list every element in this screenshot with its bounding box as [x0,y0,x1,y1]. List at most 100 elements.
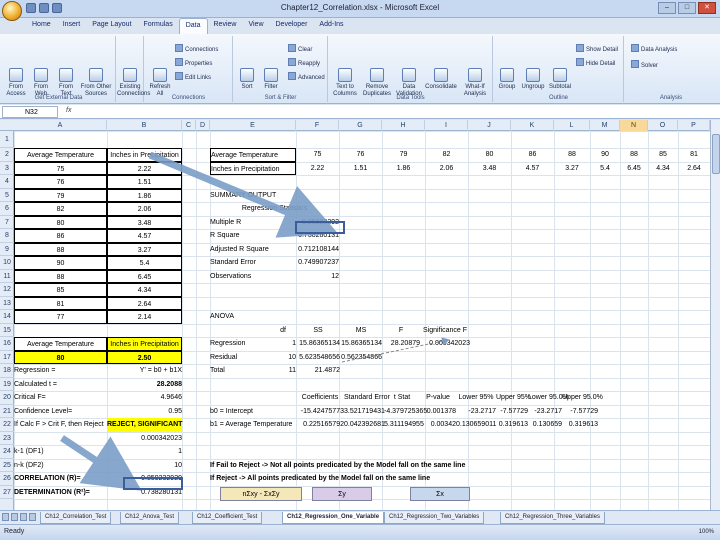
calc-value[interactable]: REJECT, SIGNIFICANT [107,418,182,432]
anova-cell[interactable]: 10 [270,351,296,365]
row-header-14[interactable]: 14 [0,310,14,324]
subtotal-button[interactable]: Subtotal [548,68,572,91]
row-header-26[interactable]: 26 [0,472,14,486]
calc-value[interactable]: Y' = b0 + b1X [107,364,182,378]
column-header-e[interactable]: E [210,120,296,131]
column-header-g[interactable]: G [339,120,382,131]
close-button[interactable]: ✕ [698,2,716,14]
office-button[interactable] [2,1,22,21]
calc-label[interactable]: Critical F= [14,391,107,405]
next-sheet-button[interactable] [20,513,27,521]
row-header-1[interactable]: 1 [0,131,14,148]
coef-cell[interactable]: b0 = Intercept [210,405,296,419]
transposed-label-precip[interactable]: Inches in Precipitation [210,161,296,175]
reg-stat-value[interactable]: 0.712108144 [296,243,339,257]
scroll-thumb[interactable] [712,134,720,174]
hide-detail-item[interactable]: Hide Detail [576,58,615,67]
anova-cell[interactable]: 15.86365134 [296,337,340,351]
coef-cell[interactable]: -7.57729 [496,405,528,419]
row-header-12[interactable]: 12 [0,283,14,297]
transposed-temp[interactable]: 82 [425,148,468,162]
sheet-tab-correlation-test[interactable]: Ch12_Correlation_Test [40,512,112,524]
column-header-n[interactable]: N [620,120,648,131]
calc-label[interactable]: If Calc F > Crit F, then Reject [14,418,107,432]
row-header-17[interactable]: 17 [0,351,14,364]
anova-cell[interactable]: 0.000342023 [420,337,470,351]
transposed-precip[interactable]: 3.27 [554,162,590,176]
summary-title[interactable]: SUMMARY OUTPUT [210,189,300,203]
row-header-18[interactable]: 18 [0,364,14,378]
tab-formulas[interactable]: Formulas [138,18,179,34]
text-to-columns-button[interactable]: Text to Columns [331,68,359,98]
reg-stat-label[interactable]: Observations [210,270,296,284]
left-table-precip[interactable]: 2.14 [107,310,182,324]
calc-value[interactable]: 0.95 [107,405,182,419]
coef-cell[interactable]: 0.319613 [496,418,528,432]
last-sheet-button[interactable] [29,513,36,521]
row-header-23[interactable]: 23 [0,432,14,445]
row-header-24[interactable]: 24 [0,445,14,459]
row-header-16[interactable]: 16 [0,337,14,351]
reg-stat-label[interactable]: R Square [210,229,296,243]
coef-header[interactable]: P-value [420,391,456,405]
row-header-13[interactable]: 13 [0,297,14,310]
row-header-19[interactable]: 19 [0,378,14,391]
fx-icon[interactable]: fx [66,107,71,114]
column-header-o[interactable]: O [648,120,678,131]
anova-header[interactable]: MS [340,324,382,338]
coef-cell[interactable]: 0.001378 [420,405,456,419]
transposed-temp[interactable]: 81 [678,148,710,162]
column-header-p[interactable]: P [678,120,710,131]
transposed-temp[interactable]: 76 [339,148,382,162]
sheet-tab-regression-two[interactable]: Ch12_Regression_Two_Variables [384,512,485,524]
minimize-button[interactable]: – [658,2,676,14]
left-table-precip[interactable]: 6.45 [107,269,182,283]
transposed-temp[interactable]: 85 [648,148,678,162]
coef-header[interactable]: Lower 95% [456,391,496,405]
calc-label[interactable]: Calculated t = [14,378,107,392]
left-table-precip[interactable]: 3.48 [107,215,182,229]
data-validation-button[interactable]: Data Validation [395,68,423,98]
reg-stat-value[interactable]: 0.749907237 [296,256,339,270]
calc-label[interactable]: Regression = [14,364,107,378]
left-table-temp[interactable]: 76 [14,175,107,189]
filter-button[interactable]: Filter [260,68,282,91]
row-header-22[interactable]: 22 [0,418,14,432]
zoom-level[interactable]: 100% [699,529,714,535]
transposed-temp[interactable]: 75 [296,148,339,162]
transposed-precip[interactable]: 1.86 [382,162,425,176]
row-header-2[interactable]: 2 [0,148,14,162]
row-header-27[interactable]: 27 [0,486,14,499]
column-header-l[interactable]: L [554,120,590,131]
reg-stat-label[interactable]: Standard Error [210,256,296,270]
from-other-sources-button[interactable]: From Other Sources [79,68,113,98]
reg-stat-value[interactable]: 0.738280131 [296,229,339,243]
row-header-11[interactable]: 11 [0,270,14,283]
coef-cell[interactable]: 0.130659 [528,418,562,432]
anova-cell[interactable]: Regression [210,337,270,351]
tab-page-layout[interactable]: Page Layout [86,18,137,34]
coef-cell[interactable]: -7.57729 [562,405,598,419]
transposed-precip[interactable]: 4.34 [648,162,678,176]
transposed-precip[interactable]: 2.06 [425,162,468,176]
transposed-temp[interactable]: 79 [382,148,425,162]
column-header-a[interactable]: A [14,120,107,131]
left-table-precip[interactable]: 5.4 [107,256,182,270]
tab-view[interactable]: View [242,18,269,34]
calc-label[interactable]: DETERMINATION (R²)= [14,486,107,500]
row-header-5[interactable]: 5 [0,189,14,202]
left-table-temp[interactable]: 79 [14,188,107,202]
data-analysis-item[interactable]: Data Analysis [631,44,677,53]
left-table-precip[interactable]: 4.57 [107,229,182,243]
left-table-temp[interactable]: 80 [14,215,107,229]
tab-data[interactable]: Data [178,18,208,34]
row-header-9[interactable]: 9 [0,243,14,256]
undo-icon[interactable] [39,3,49,13]
left-table-temp[interactable]: 75 [14,161,107,175]
left-table-temp[interactable]: 86 [14,229,107,243]
from-text-button[interactable]: From Text [54,68,78,98]
coef-cell[interactable]: -23.2717 [528,405,562,419]
calc-value[interactable]: 28.2088 [107,378,182,392]
coef-cell[interactable]: 3.521719431 [344,405,385,419]
transposed-temp[interactable]: 88 [620,148,648,162]
